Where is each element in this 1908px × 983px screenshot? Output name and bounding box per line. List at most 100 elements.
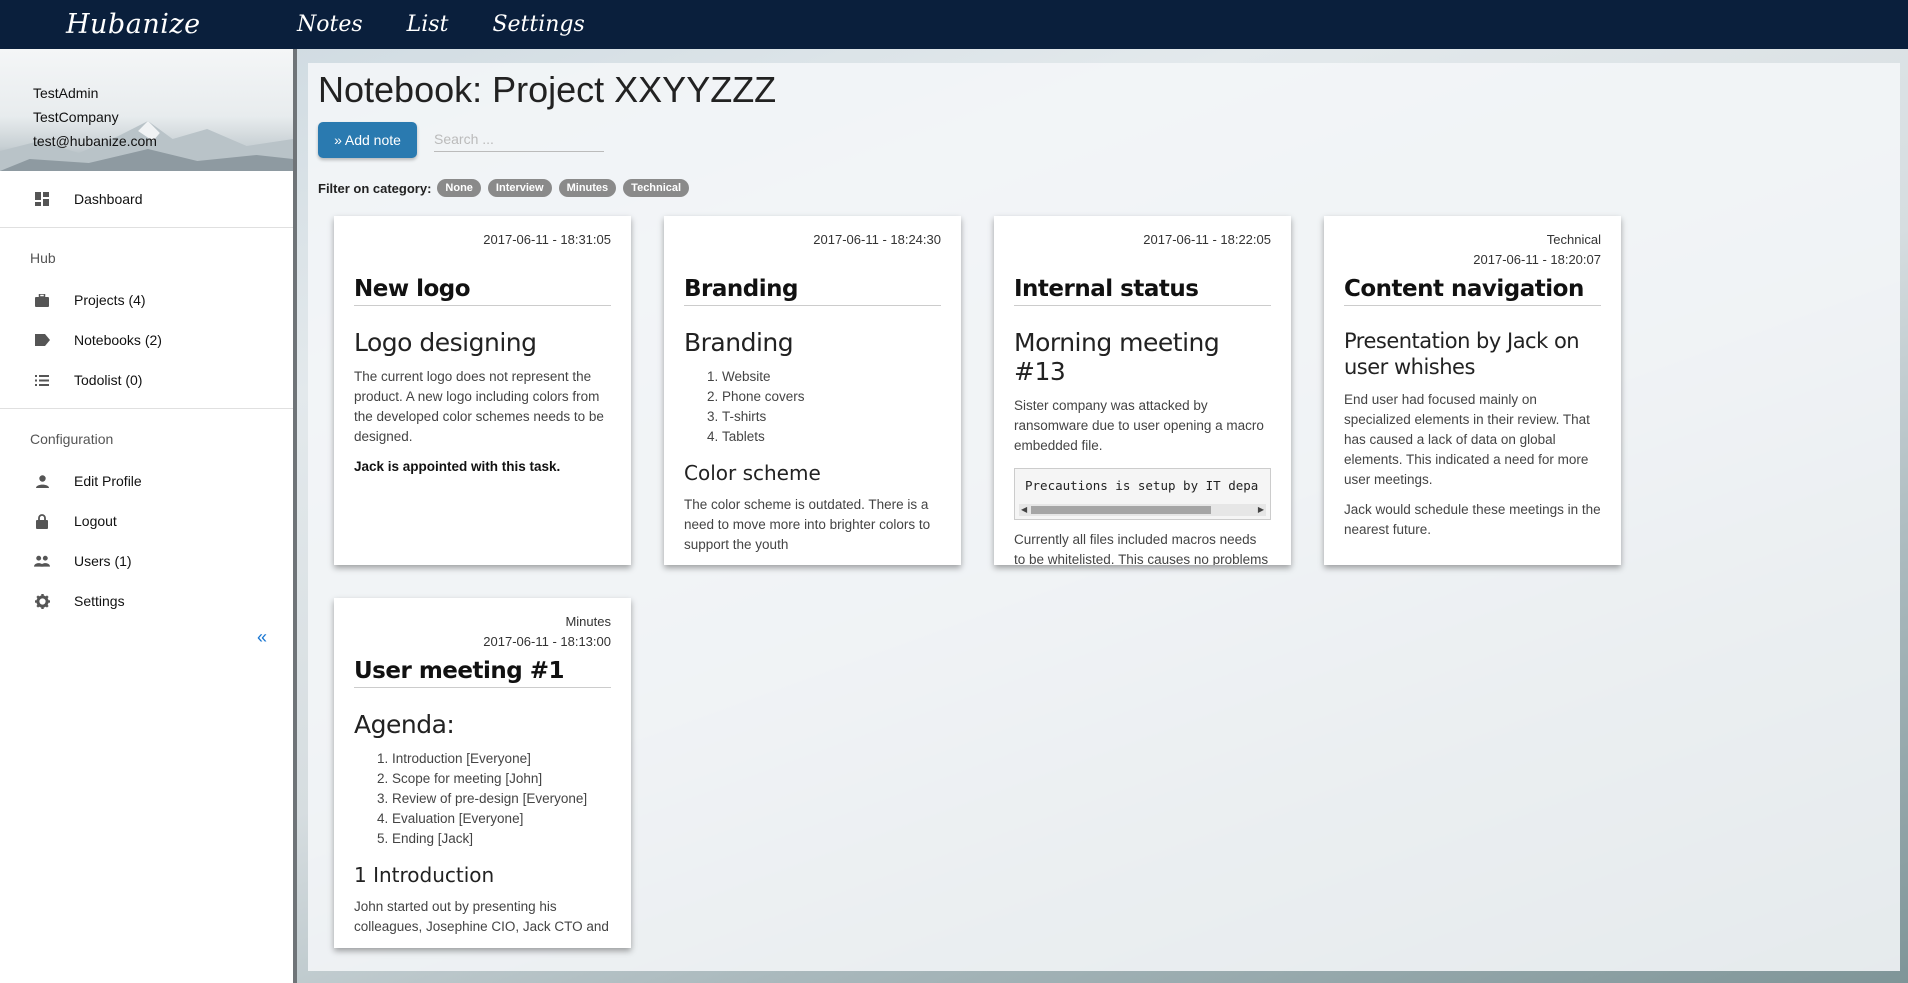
sidebar-item-label: Todolist (0) [74, 372, 143, 388]
sidebar-item-projects[interactable]: Projects (4) [0, 280, 293, 320]
note-title: Internal status [1014, 276, 1271, 306]
note-list: Introduction [Everyone] Scope for meetin… [392, 749, 611, 849]
sidebar-item-notebooks[interactable]: Notebooks (2) [0, 320, 293, 360]
profile-header: TestAdmin TestCompany test@hubanize.com [0, 49, 293, 171]
configuration-section-label: Configuration [30, 431, 114, 447]
list-item: Evaluation [Everyone] [392, 809, 611, 829]
note-meta: 2017-06-11 - 18:24:30 [684, 216, 941, 270]
note-timestamp: 2017-06-11 - 18:22:05 [1143, 232, 1271, 247]
nav-list[interactable]: List [407, 12, 449, 37]
sidebar: TestAdmin TestCompany test@hubanize.com … [0, 49, 297, 983]
sidebar-item-label: Settings [74, 593, 125, 609]
note-body: John started out by presenting his colle… [354, 899, 609, 934]
people-icon [34, 553, 50, 569]
list-item: Phone covers [722, 387, 941, 407]
sidebar-item-dashboard[interactable]: Dashboard [0, 179, 293, 219]
nav-notes[interactable]: Notes [297, 12, 363, 37]
sidebar-item-settings[interactable]: Settings [0, 581, 293, 621]
sidebar-item-label: Projects (4) [74, 292, 146, 308]
note-title: New logo [354, 276, 611, 306]
note-card[interactable]: 2017-06-11 - 18:31:05 New logo Logo desi… [334, 216, 631, 565]
list-item: Tablets [722, 427, 941, 447]
code-text: Precautions is setup by IT depa [1025, 478, 1259, 493]
scroll-left-arrow-icon[interactable]: ◀ [1021, 504, 1027, 516]
note-timestamp: 2017-06-11 - 18:24:30 [813, 232, 941, 247]
note-title: Branding [684, 276, 941, 306]
nav-settings[interactable]: Settings [492, 12, 584, 37]
search-input[interactable] [434, 126, 604, 152]
note-timestamp: 2017-06-11 - 18:13:00 [483, 634, 611, 649]
note-meta: 2017-06-11 - 18:31:05 [354, 216, 611, 270]
note-heading: Agenda: [354, 710, 455, 739]
add-note-button[interactable]: » Add note [318, 122, 417, 158]
note-heading: Morning meeting #13 [1014, 328, 1220, 386]
filter-chip-technical[interactable]: Technical [623, 179, 690, 197]
briefcase-icon [34, 292, 50, 308]
note-title: User meeting #1 [354, 658, 611, 688]
note-timestamp: 2017-06-11 - 18:31:05 [483, 232, 611, 247]
horizontal-scrollbar[interactable]: ◀ ▶ [1019, 504, 1266, 516]
note-list: Website Phone covers T-shirts Tablets [722, 367, 941, 447]
note-meta: 2017-06-11 - 18:22:05 [1014, 216, 1271, 270]
sidebar-item-label: Notebooks (2) [74, 332, 162, 348]
label-icon [34, 332, 50, 348]
note-heading: Branding [684, 328, 794, 357]
sidebar-item-logout[interactable]: Logout [0, 501, 293, 541]
sidebar-item-label: Logout [74, 513, 117, 529]
top-navbar: Hubanize Notes List Settings [0, 0, 1908, 49]
double-chevron-right-icon: » [334, 132, 342, 148]
note-category: Technical [1546, 232, 1601, 247]
scroll-right-arrow-icon[interactable]: ▶ [1258, 504, 1264, 516]
note-card[interactable]: Technical 2017-06-11 - 18:20:07 Content … [1324, 216, 1621, 565]
sidebar-divider [0, 408, 293, 409]
sidebar-item-todolist[interactable]: Todolist (0) [0, 360, 293, 400]
note-body: The current logo does not represent the … [354, 369, 604, 444]
sidebar-item-edit-profile[interactable]: Edit Profile [0, 461, 293, 501]
list-item: Review of pre-design [Everyone] [392, 789, 611, 809]
sidebar-item-label: Dashboard [74, 191, 143, 207]
filter-chip-minutes[interactable]: Minutes [558, 179, 617, 197]
sidebar-item-label: Edit Profile [74, 473, 142, 489]
note-heading: Logo designing [354, 328, 537, 357]
list-icon [34, 372, 50, 388]
note-meta: Minutes 2017-06-11 - 18:13:00 [354, 598, 611, 652]
note-body-bold: Jack is appointed with this task. [354, 459, 561, 474]
collapse-sidebar-button[interactable]: « [257, 627, 267, 648]
filter-label: Filter on category: [318, 180, 432, 196]
note-body: End user had focused mainly on specializ… [1344, 392, 1590, 487]
note-heading: Presentation by Jack on user whishes [1344, 329, 1580, 379]
list-item: Website [722, 367, 941, 387]
note-subheading: Color scheme [684, 461, 821, 485]
gear-icon [34, 593, 50, 609]
list-item: Ending [Jack] [392, 829, 611, 849]
brand-logo[interactable]: Hubanize [0, 9, 297, 40]
sidebar-item-label: Users (1) [74, 553, 132, 569]
filter-chip-interview[interactable]: Interview [487, 179, 552, 197]
note-timestamp: 2017-06-11 - 18:20:07 [1473, 252, 1601, 267]
hub-section-label: Hub [30, 250, 56, 266]
top-nav: Notes List Settings [297, 12, 629, 37]
note-title: Content navigation [1344, 276, 1601, 306]
list-item: Scope for meeting [John] [392, 769, 611, 789]
note-category: Minutes [565, 614, 611, 629]
scrollbar-thumb[interactable] [1031, 506, 1211, 514]
code-block: Precautions is setup by IT depa ◀ ▶ [1014, 468, 1271, 520]
note-meta: Technical 2017-06-11 - 18:20:07 [1344, 216, 1601, 270]
list-item: Introduction [Everyone] [392, 749, 611, 769]
sidebar-divider [0, 227, 293, 228]
note-body-2: Jack would schedule these meetings in th… [1344, 502, 1601, 537]
note-card[interactable]: Minutes 2017-06-11 - 18:13:00 User meeti… [334, 598, 631, 948]
dashboard-icon [34, 191, 50, 207]
add-note-label: Add note [344, 132, 401, 148]
filter-chip-none[interactable]: None [437, 179, 481, 197]
sidebar-item-users[interactable]: Users (1) [0, 541, 293, 581]
note-subheading: 1 Introduction [354, 863, 495, 887]
page-title: Notebook: Project XXYYZZZ [318, 69, 777, 110]
note-card[interactable]: 2017-06-11 - 18:22:05 Internal status Mo… [994, 216, 1291, 565]
category-filter: Filter on category: None Interview Minut… [318, 179, 696, 197]
note-card[interactable]: 2017-06-11 - 18:24:30 Branding Branding … [664, 216, 961, 565]
note-body: The color scheme is outdated. There is a… [684, 497, 931, 552]
note-body: Sister company was attacked by ransomwar… [1014, 398, 1264, 453]
profile-email: test@hubanize.com [33, 133, 157, 149]
person-icon [34, 473, 50, 489]
